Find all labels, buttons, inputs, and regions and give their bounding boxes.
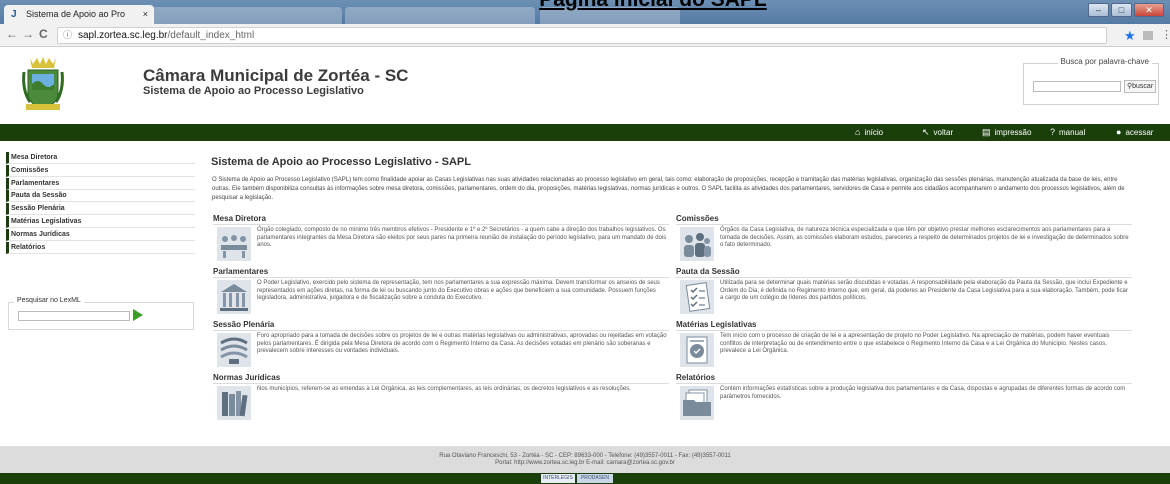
sidebar-item-materias-legislativas[interactable]: Matérias Legislativas bbox=[6, 215, 195, 228]
user-icon: ● bbox=[1116, 127, 1122, 137]
plenary-hall-icon[interactable] bbox=[217, 333, 251, 367]
lexml-legend: Pesquisar no LexML bbox=[14, 297, 84, 304]
address-bar[interactable]: ⓘ sapl.zortea.sc.leg.br/default_index_ht… bbox=[57, 27, 1107, 44]
people-group-icon[interactable] bbox=[680, 227, 714, 261]
section-title[interactable]: Mesa Diretora bbox=[213, 214, 669, 225]
lexml-search-input[interactable] bbox=[18, 311, 130, 321]
menu-manual[interactable]: ? manual bbox=[1050, 124, 1085, 141]
coat-of-arms-logo bbox=[22, 57, 64, 110]
back-arrow-icon: ↖ bbox=[922, 127, 930, 137]
section-materias-legislativas: Matérias Legislativas Tem início com o p… bbox=[676, 320, 1132, 367]
menu-voltar[interactable]: ↖ voltar bbox=[922, 124, 953, 141]
browser-toolbar: ← → C ⓘ sapl.zortea.sc.leg.br/default_in… bbox=[0, 24, 1170, 47]
site-subtitle: Sistema de Apoio ao Processo Legislativo bbox=[143, 85, 364, 97]
section-title[interactable]: Matérias Legislativas bbox=[676, 320, 1132, 331]
section-title[interactable]: Comissões bbox=[676, 214, 1132, 225]
keyword-search-input[interactable] bbox=[1033, 81, 1121, 92]
search-legend: Busca por palavra-chave bbox=[1057, 57, 1152, 66]
parliament-building-icon[interactable] bbox=[217, 280, 251, 314]
footer-contact: Portal: http://www.zortea.sc.leg.br E-ma… bbox=[495, 460, 675, 466]
page-title: Sistema de Apoio ao Processo Legislativo… bbox=[211, 156, 471, 168]
section-description: O Poder Legislativo, exercido pelo siste… bbox=[257, 280, 660, 302]
info-icon: ⓘ bbox=[63, 30, 73, 40]
section-comissoes: Comissões Órgãos da Casa Legislativa, de… bbox=[676, 214, 1132, 261]
sidebar-item-relatorios[interactable]: Relatórios bbox=[6, 241, 195, 254]
section-title[interactable]: Parlamentares bbox=[213, 267, 669, 278]
section-description: Nos municípios, referem-se as emendas à … bbox=[257, 386, 631, 392]
lexml-go-arrow-icon[interactable] bbox=[133, 309, 143, 321]
tab-title: Sistema de Apoio ao Pro bbox=[26, 9, 126, 19]
menu-impressao[interactable]: ▤ impressão bbox=[982, 124, 1031, 141]
top-menu-bar: ⌂ início ↖ voltar ▤ impressão ? manual ● aces… bbox=[0, 124, 1170, 141]
intro-paragraph: O Sistema de Apoio ao Processo Legislati… bbox=[212, 177, 1125, 201]
browser-menu-icon[interactable]: ⋮ bbox=[1161, 28, 1170, 41]
home-icon: ⌂ bbox=[855, 127, 861, 137]
site-footer: Rua Otaviano Franceschi, 53 - Zortéa - S… bbox=[0, 446, 1170, 473]
search-button[interactable]: ⚲buscar bbox=[1124, 80, 1157, 93]
section-title[interactable]: Pauta da Sessão bbox=[676, 267, 1132, 278]
books-icon[interactable] bbox=[217, 386, 251, 420]
blurred-tab[interactable] bbox=[345, 7, 535, 24]
section-sessao-plenaria: Sessão Plenária Foro apropriado para a t… bbox=[213, 320, 669, 367]
checklist-icon[interactable] bbox=[680, 280, 714, 314]
extension-icon[interactable] bbox=[1143, 31, 1153, 40]
forward-icon[interactable]: → bbox=[22, 27, 34, 41]
sidebar-nav: Mesa Diretora Comissões Parlamentares Pa… bbox=[6, 152, 195, 254]
section-pauta-da-sessao: Pauta da Sessão Utilizada para se determ… bbox=[676, 267, 1132, 314]
keyword-search-panel: Busca por palavra-chave ⚲buscar bbox=[1023, 57, 1159, 105]
url-path: /default_index_html bbox=[167, 30, 255, 41]
section-normas-juridicas: Normas Jurídicas Nos municípios, referem… bbox=[213, 373, 669, 420]
back-icon[interactable]: ← bbox=[6, 27, 18, 41]
prodasen-badge[interactable]: PRODASEN bbox=[577, 474, 613, 483]
section-description: Órgão colegiado, composto de no mínimo t… bbox=[257, 227, 667, 249]
interlegis-badge[interactable]: INTERLEGIS bbox=[541, 474, 575, 483]
section-title[interactable]: Normas Jurídicas bbox=[213, 373, 669, 384]
main-content: Sistema de Apoio ao Processo Legislativo… bbox=[211, 156, 1141, 420]
site-title: Câmara Municipal de Zortéa - SC bbox=[143, 66, 409, 85]
section-description: Tem início com o processo de criação de … bbox=[720, 333, 1110, 355]
site-header: Câmara Municipal de Zortéa - SC Sistema … bbox=[0, 48, 1170, 124]
sidebar-item-normas-juridicas[interactable]: Normas Jurídicas bbox=[6, 228, 195, 241]
section-title[interactable]: Relatórios bbox=[676, 373, 1132, 384]
help-icon: ? bbox=[1050, 127, 1056, 137]
menu-acessar[interactable]: ● acessar bbox=[1116, 124, 1153, 141]
document-seal-icon[interactable] bbox=[680, 333, 714, 367]
url-host: sapl.zortea.sc.leg.br bbox=[78, 30, 168, 41]
section-mesa-diretora: Mesa Diretora Órgão colegiado, composto … bbox=[213, 214, 669, 261]
favicon-icon: J bbox=[11, 9, 17, 20]
section-description: Foro apropriado para a tomada de decisõe… bbox=[257, 333, 667, 355]
lexml-search-panel: Pesquisar no LexML bbox=[8, 297, 194, 330]
page-caption-heading: Página inicial do SAPL bbox=[0, 0, 1170, 10]
bookmark-star-icon[interactable]: ★ bbox=[1124, 28, 1136, 44]
sidebar-item-comissoes[interactable]: Comissões bbox=[6, 164, 195, 177]
sidebar-item-sessao-plenaria[interactable]: Sessão Plenária bbox=[6, 203, 195, 216]
section-description: Órgãos da Casa Legislativa, de natureza … bbox=[720, 227, 1129, 249]
folder-documents-icon[interactable] bbox=[680, 386, 714, 420]
print-icon: ▤ bbox=[982, 127, 991, 137]
sidebar-item-pauta-da-sessao[interactable]: Pauta da Sessão bbox=[6, 190, 195, 203]
section-description: Utilizada para se determinar quais matér… bbox=[720, 280, 1128, 302]
section-title[interactable]: Sessão Plenária bbox=[213, 320, 669, 331]
menu-inicio[interactable]: ⌂ início bbox=[855, 124, 883, 141]
sidebar-item-parlamentares[interactable]: Parlamentares bbox=[6, 177, 195, 190]
section-parlamentares: Parlamentares O Poder Legislativo, exerc… bbox=[213, 267, 669, 314]
blurred-tab[interactable] bbox=[152, 7, 342, 24]
meeting-table-icon[interactable] bbox=[217, 227, 251, 261]
footer-address: Rua Otaviano Franceschi, 53 - Zortéa - S… bbox=[439, 453, 731, 459]
reload-icon[interactable]: C bbox=[39, 27, 48, 41]
section-description: Contém informações estatísticas sobre a … bbox=[720, 386, 1126, 400]
section-relatorios: Relatórios Contém informações estatístic… bbox=[676, 373, 1132, 420]
sidebar-item-mesa-diretora[interactable]: Mesa Diretora bbox=[6, 152, 195, 164]
